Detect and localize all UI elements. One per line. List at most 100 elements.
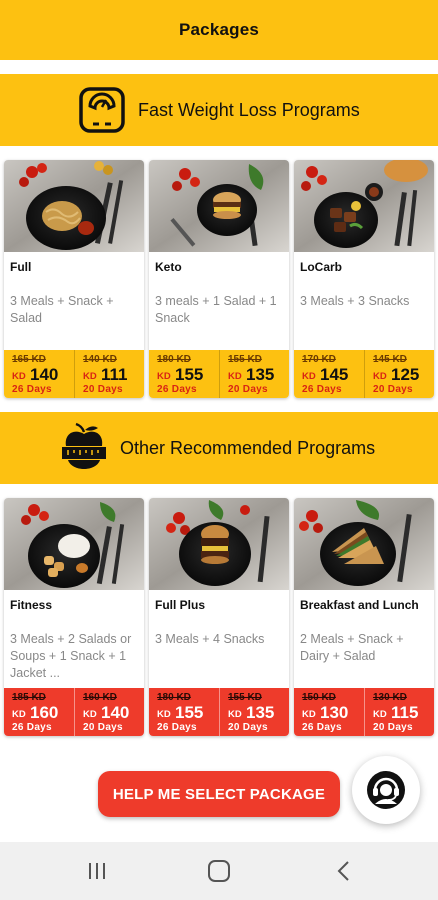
price-option-26-days[interactable]: 170 KD KD 145 26 Days [294,350,364,398]
package-name: LoCarb [300,260,342,274]
rice-chicken-plate-photo [4,498,144,590]
help-button-label: HELP ME SELECT PACKAGE [112,785,326,803]
price-option-20-days[interactable]: 130 KD KD 115 20 Days [364,688,434,736]
package-card-fitness[interactable]: Fitness 3 Meals + 2 Salads or Soups + 1 … [4,498,144,736]
duration-label: 26 Days [302,722,342,733]
package-card-full[interactable]: Full 3 Meals + Snack + Salad 165 KD KD 1… [4,160,144,398]
old-price: 185 KD [12,692,46,703]
old-price: 130 KD [373,692,407,703]
package-description: 3 Meals + Snack + Salad [10,294,114,325]
pasta-plate-photo [4,160,144,252]
price-option-20-days[interactable]: 160 KD KD 140 20 Days [74,688,144,736]
duration-label: 26 Days [157,722,197,733]
section-title: Fast Weight Loss Programs [138,99,360,120]
currency-label: KD [302,709,316,720]
duration-label: 20 Days [228,722,268,733]
currency-label: KD [83,709,97,720]
price-options: 180 KD KD 155 26 Days 155 KD KD 135 20 D… [149,688,289,736]
old-price: 170 KD [302,354,336,365]
duration-label: 26 Days [12,722,52,733]
price-amount: 155 [175,365,204,384]
old-price: 140 KD [83,354,117,365]
customer-support-icon [367,771,405,809]
price-amount: 155 [175,703,204,722]
duration-label: 20 Days [83,722,123,733]
price-option-20-days[interactable]: 145 KD KD 125 20 Days [364,350,434,398]
old-price: 180 KD [157,354,191,365]
package-name: Breakfast and Lunch [300,598,419,612]
duration-label: 20 Days [373,722,413,733]
currency-label: KD [12,371,26,382]
price-option-26-days[interactable]: 180 KD KD 155 26 Days [149,350,219,398]
price-amount: 140 [101,703,130,722]
price-amount: 111 [101,365,128,384]
home-icon[interactable] [204,857,234,885]
old-price: 160 KD [83,692,117,703]
currency-label: KD [302,371,316,382]
currency-label: KD [12,709,26,720]
customer-support-button[interactable] [352,756,420,824]
price-amount: 140 [30,365,59,384]
price-amount: 135 [246,365,275,384]
old-price: 165 KD [12,354,46,365]
old-price: 155 KD [228,354,262,365]
price-options: 150 KD KD 130 26 Days 130 KD KD 115 20 D… [294,688,434,736]
section-title: Other Recommended Programs [120,437,376,458]
price-options: 180 KD KD 155 26 Days 155 KD KD 135 20 D… [149,350,289,398]
help-me-select-package-button[interactable]: HELP ME SELECT PACKAGE [98,771,340,817]
duration-label: 26 Days [12,384,52,395]
package-description: 3 Meals + 2 Salads or Soups + 1 Snack + … [10,632,132,680]
price-options: 165 KD KD 140 26 Days 140 KD KD 111 20 D… [4,350,144,398]
package-description: 3 Meals + 4 Snacks [155,632,265,646]
price-amount: 145 [320,365,349,384]
weight-scale-icon [76,84,128,136]
price-option-26-days[interactable]: 185 KD KD 160 26 Days [4,688,74,736]
sandwich-plate-photo [294,498,434,590]
currency-label: KD [373,371,387,382]
back-icon[interactable] [328,857,358,885]
price-amount: 125 [391,365,420,384]
package-description: 3 meals + 1 Salad + 1 Snack [155,294,277,325]
apple-measuring-tape-icon [58,422,110,474]
meat-plate-photo [294,160,434,252]
duration-label: 26 Days [302,384,342,395]
page-title: Packages [178,20,260,39]
duration-label: 26 Days [157,384,197,395]
price-option-20-days[interactable]: 155 KD KD 135 20 Days [219,688,289,736]
recent-apps-icon[interactable] [82,857,112,885]
section-banner-other-recommended: Other Recommended Programs [0,412,438,484]
burger-plate-photo [149,498,289,590]
price-amount: 115 [391,703,419,722]
price-option-26-days[interactable]: 180 KD KD 155 26 Days [149,688,219,736]
package-card-full-plus[interactable]: Full Plus 3 Meals + 4 Snacks 180 KD KD 1… [149,498,289,736]
price-options: 185 KD KD 160 26 Days 160 KD KD 140 20 D… [4,688,144,736]
package-card-breakfast-and-lunch[interactable]: Breakfast and Lunch 2 Meals + Snack + Da… [294,498,434,736]
price-amount: 130 [320,703,349,722]
package-description: 3 Meals + 3 Snacks [300,294,410,308]
package-card-keto[interactable]: Keto 3 meals + 1 Salad + 1 Snack 180 KD … [149,160,289,398]
price-option-26-days[interactable]: 150 KD KD 130 26 Days [294,688,364,736]
duration-label: 20 Days [228,384,268,395]
duration-label: 20 Days [83,384,123,395]
burger-plate-photo [149,160,289,252]
package-name: Keto [155,260,182,274]
app-header: Packages [0,0,438,60]
duration-label: 20 Days [373,384,413,395]
system-navigation-bar [0,842,438,900]
package-name: Fitness [10,598,53,612]
old-price: 145 KD [373,354,407,365]
currency-label: KD [157,709,171,720]
currency-label: KD [228,709,242,720]
package-name: Full Plus [155,598,206,612]
price-option-20-days[interactable]: 140 KD KD 111 20 Days [74,350,144,398]
currency-label: KD [228,371,242,382]
old-price: 180 KD [157,692,191,703]
package-card-locarb[interactable]: LoCarb 3 Meals + 3 Snacks 170 KD KD 145 … [294,160,434,398]
price-options: 170 KD KD 145 26 Days 145 KD KD 125 20 D… [294,350,434,398]
package-description: 2 Meals + Snack + Dairy + Salad [300,632,404,663]
currency-label: KD [157,371,171,382]
old-price: 150 KD [302,692,336,703]
currency-label: KD [373,709,387,720]
price-option-20-days[interactable]: 155 KD KD 135 20 Days [219,350,289,398]
price-option-26-days[interactable]: 165 KD KD 140 26 Days [4,350,74,398]
